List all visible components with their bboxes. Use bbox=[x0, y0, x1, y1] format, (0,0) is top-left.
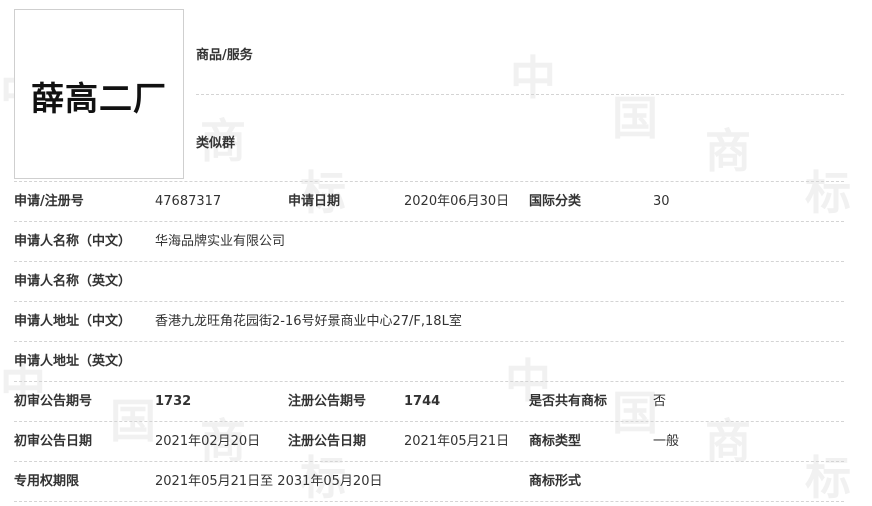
field-value: 2021年05月21日 bbox=[404, 434, 510, 449]
field-label: 注册公告日期 bbox=[288, 434, 367, 449]
goods-services-label: 商品/服务 bbox=[196, 48, 253, 63]
row-applicant-address-en: 申请人地址（英文） bbox=[14, 342, 844, 382]
field-label: 申请日期 bbox=[288, 194, 341, 209]
row-applicant-name-cn: 申请人名称（中文） 华海品牌实业有限公司 bbox=[14, 222, 844, 262]
field-label: 申请人地址（中文） bbox=[14, 314, 132, 329]
field-value: 香港九龙旺角花园街2-16号好景商业中心27/F,18L室 bbox=[155, 314, 462, 329]
trademark-image: 薛高二厂 bbox=[14, 9, 184, 179]
row-exclusive-right-period: 专用权期限 2021年05月21日至 2031年05月20日 商标形式 bbox=[14, 462, 844, 502]
trademark-logo-text: 薛高二厂 bbox=[31, 79, 167, 118]
row-applicant-name-en: 申请人名称（英文） bbox=[14, 262, 844, 302]
field-label: 初审公告期号 bbox=[14, 394, 93, 409]
field-label: 专用权期限 bbox=[14, 474, 80, 489]
field-label: 国际分类 bbox=[529, 194, 582, 209]
field-label: 申请/注册号 bbox=[14, 194, 84, 209]
row-announcement-issue: 初审公告期号 1732 注册公告期号 1744 是否共有商标 否 bbox=[14, 382, 844, 422]
field-label: 是否共有商标 bbox=[529, 394, 608, 409]
field-value: 47687317 bbox=[155, 194, 222, 209]
field-value: 30 bbox=[653, 194, 670, 209]
field-value: 2020年06月30日 bbox=[404, 194, 510, 209]
divider bbox=[196, 94, 844, 95]
field-value: 华海品牌实业有限公司 bbox=[155, 234, 286, 249]
watermark-char: 国 bbox=[612, 91, 658, 145]
field-value: 2021年02月20日 bbox=[155, 434, 261, 449]
row-applicant-address-cn: 申请人地址（中文） 香港九龙旺角花园街2-16号好景商业中心27/F,18L室 bbox=[14, 302, 844, 342]
similar-group-label: 类似群 bbox=[196, 136, 236, 151]
field-label: 初审公告日期 bbox=[14, 434, 93, 449]
field-value: 否 bbox=[653, 394, 667, 409]
watermark-char: 商 bbox=[705, 124, 751, 178]
field-label: 申请人名称（中文） bbox=[14, 234, 132, 249]
field-label: 申请人名称（英文） bbox=[14, 274, 132, 289]
field-label: 商标形式 bbox=[529, 474, 582, 489]
divider bbox=[14, 501, 844, 502]
row-announcement-date: 初审公告日期 2021年02月20日 注册公告日期 2021年05月21日 商标… bbox=[14, 422, 844, 462]
field-value: 一般 bbox=[653, 434, 680, 449]
field-value: 1744 bbox=[404, 394, 441, 409]
field-label: 申请人地址（英文） bbox=[14, 354, 132, 369]
field-value: 1732 bbox=[155, 394, 192, 409]
row-application-number: 申请/注册号 47687317 申请日期 2020年06月30日 国际分类 30 bbox=[14, 182, 844, 222]
field-label: 注册公告期号 bbox=[288, 394, 367, 409]
field-value: 2021年05月21日至 2031年05月20日 bbox=[155, 474, 383, 489]
field-label: 商标类型 bbox=[529, 434, 582, 449]
